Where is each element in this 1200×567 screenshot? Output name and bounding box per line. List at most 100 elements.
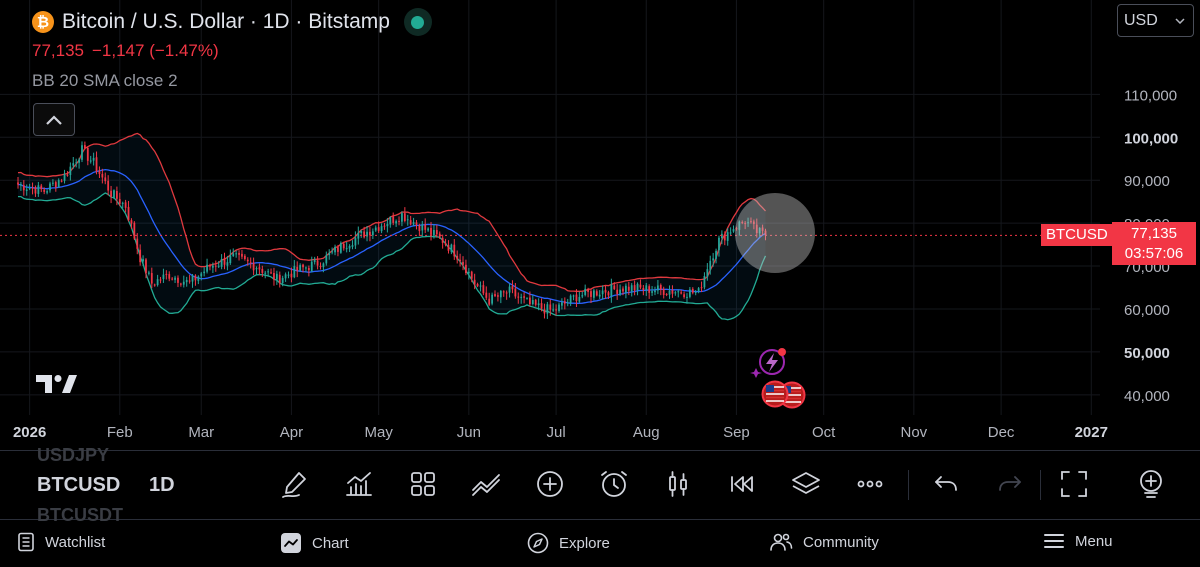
chart-area[interactable]: 110,000100,00090,00080,00070,00060,00050…: [0, 0, 1200, 450]
candle-body: [211, 265, 214, 268]
candle-body: [491, 294, 494, 304]
candle-body: [691, 288, 694, 293]
candle-style-icon[interactable]: [662, 468, 694, 500]
candle-body: [703, 275, 706, 288]
alert-clock-icon[interactable]: [598, 468, 630, 500]
redo-icon[interactable]: [994, 468, 1026, 500]
candle-body: [145, 259, 147, 274]
candle-body: [121, 202, 124, 204]
nav-community[interactable]: Community: [769, 532, 879, 552]
candle-body: [307, 268, 310, 271]
candle-body: [278, 274, 281, 284]
add-icon[interactable]: [534, 468, 566, 500]
currency-select[interactable]: USD: [1117, 4, 1194, 37]
candle-body: [514, 288, 517, 297]
indicators-icon[interactable]: [343, 468, 375, 500]
candle-body: [377, 227, 380, 231]
toolbar-symbol[interactable]: BTCUSD: [37, 474, 120, 497]
market-open-icon[interactable]: [403, 8, 432, 36]
more-icon[interactable]: [854, 468, 886, 500]
candle-body: [371, 231, 374, 236]
candle-body: [322, 263, 325, 268]
candle-body: [665, 293, 668, 295]
candle-body: [622, 288, 624, 292]
bollinger-band-fill: [18, 133, 766, 320]
last-price: 77,135: [32, 41, 84, 60]
candle-body: [46, 191, 48, 193]
candle-body: [86, 147, 89, 161]
candle-body: [427, 228, 430, 231]
collapse-legend-button[interactable]: [33, 103, 75, 136]
candle-body: [95, 157, 98, 172]
candle-body: [258, 267, 261, 270]
candle-body: [444, 243, 447, 245]
nav-menu[interactable]: Menu: [1043, 532, 1113, 550]
pencil-draw-icon[interactable]: [279, 468, 311, 500]
candle-body: [363, 231, 366, 238]
menu-icon: [1044, 534, 1064, 548]
candle-body: [22, 185, 25, 191]
candle-body: [214, 265, 217, 267]
candle-body: [467, 271, 470, 274]
toolbar-interval[interactable]: 1D: [149, 474, 175, 497]
symbol-header[interactable]: ₿ Bitcoin / U.S. Dollar · 1D · Bitstamp: [32, 8, 432, 36]
chevron-up-icon: [46, 114, 62, 125]
candle-body: [590, 291, 592, 297]
candle-body: [52, 182, 54, 184]
undo-icon[interactable]: [930, 468, 962, 500]
candle-body: [668, 290, 671, 295]
candle-body: [316, 260, 319, 266]
candle-body: [203, 271, 206, 274]
y-axis-label: 50,000: [1124, 345, 1170, 362]
candle-body: [66, 174, 69, 176]
candle-body: [569, 295, 572, 303]
candle-body: [337, 247, 339, 252]
indicator-legend[interactable]: BB 20 SMA close 2: [32, 71, 178, 91]
price-chart[interactable]: 110,000100,00090,00080,00070,00060,00050…: [0, 0, 1200, 450]
candle-body: [162, 274, 165, 279]
community-icon: [770, 533, 793, 551]
candle-body: [526, 298, 528, 300]
candle-body: [398, 220, 400, 222]
x-axis-label: Oct: [812, 424, 836, 441]
candle-body: [656, 285, 659, 291]
candle-body: [712, 258, 715, 261]
candle-body: [572, 295, 575, 297]
replay-icon[interactable]: [726, 468, 758, 500]
nav-watchlist[interactable]: Watchlist: [17, 532, 105, 552]
trend-lines-icon[interactable]: [470, 468, 502, 500]
candle-body: [499, 290, 502, 298]
candle-body: [494, 294, 496, 297]
fullscreen-icon[interactable]: [1058, 468, 1090, 500]
candle-body: [505, 292, 508, 294]
toolbar-divider: [1040, 470, 1041, 500]
candle-body: [188, 280, 191, 282]
price-tag-value: 77,135: [1131, 225, 1177, 242]
x-axis-label: Jun: [457, 424, 481, 441]
layers-icon[interactable]: [790, 468, 822, 500]
candle-body: [604, 289, 607, 293]
candle-body: [206, 264, 208, 272]
layouts-grid-icon[interactable]: [407, 468, 439, 500]
nav-menu-label: Menu: [1075, 532, 1113, 550]
candle-body: [497, 295, 499, 297]
symbol-title[interactable]: Bitcoin / U.S. Dollar · 1D · Bitstamp: [62, 10, 390, 34]
candle-body: [252, 262, 255, 271]
candle-body: [113, 190, 115, 198]
candle-body: [406, 219, 409, 221]
bitcoin-icon: ₿: [32, 11, 54, 33]
nav-chart[interactable]: Chart: [280, 532, 349, 554]
candle-body: [686, 296, 688, 298]
x-axis-label: Mar: [188, 424, 214, 441]
candle-body: [718, 237, 720, 251]
candle-body: [107, 180, 110, 191]
watchlist-ghost-prev[interactable]: USDJPY: [37, 445, 109, 466]
currency-value: USD: [1124, 11, 1158, 29]
nav-explore[interactable]: Explore: [527, 532, 610, 554]
candle-body: [511, 286, 514, 290]
x-axis-label: May: [364, 424, 393, 441]
add-symbol-icon[interactable]: [1135, 468, 1167, 500]
candle-body: [613, 285, 616, 290]
candle-body: [610, 284, 613, 297]
candle-body: [633, 285, 636, 291]
